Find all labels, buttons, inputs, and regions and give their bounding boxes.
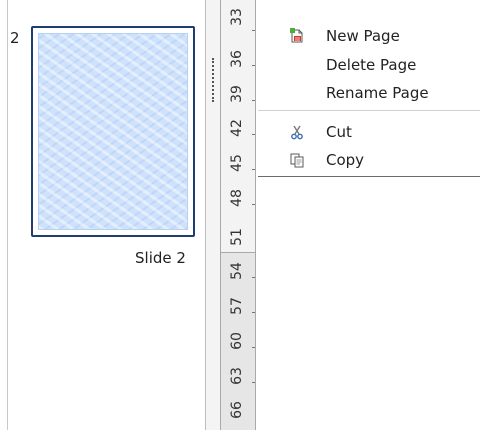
menu-item-delete-page[interactable]: Delete Page — [258, 53, 480, 77]
slide-name-label: Slide 2 — [135, 249, 186, 267]
ruler-label: 48 — [228, 189, 245, 207]
menu-item-cut[interactable]: Cut — [258, 120, 480, 144]
slide-thumbnail[interactable] — [31, 26, 195, 237]
ruler-label: 45 — [228, 154, 245, 172]
ruler-margin-divider — [221, 252, 255, 253]
ruler-label: 42 — [228, 119, 245, 137]
ruler-label: 39 — [228, 85, 245, 103]
copy-icon — [288, 151, 306, 169]
ruler-label: 51 — [228, 228, 245, 246]
ruler-tick — [252, 204, 255, 205]
scissors-icon — [288, 123, 306, 141]
pane-border — [7, 0, 8, 430]
new-page-icon — [288, 27, 306, 45]
menu-item-copy[interactable]: Copy — [258, 148, 480, 172]
ruler-tick — [252, 169, 255, 170]
menu-item-label: Copy — [326, 151, 365, 169]
menu-separator — [258, 110, 480, 111]
menu-item-label: New Page — [326, 27, 400, 45]
splitter-grip-handle[interactable] — [212, 58, 216, 102]
ruler-label: 66 — [228, 401, 245, 419]
ruler-tick — [252, 312, 255, 313]
slide-thumbnail-background — [38, 33, 188, 230]
context-menu: New Page Delete Page Rename Page Cut Cop… — [258, 18, 480, 177]
ruler-tick — [252, 30, 255, 31]
menu-item-rename-page[interactable]: Rename Page — [258, 81, 480, 105]
slide-number: 2 — [10, 29, 20, 47]
ruler-label: 36 — [228, 50, 245, 68]
ruler-tick — [252, 100, 255, 101]
ruler-label: 33 — [228, 8, 245, 26]
ruler-label: 57 — [228, 297, 245, 315]
ruler-label: 60 — [228, 332, 245, 350]
ruler-tick — [252, 382, 255, 383]
ruler-label: 63 — [228, 367, 245, 385]
ruler-tick — [252, 277, 255, 278]
menu-item-label: Rename Page — [326, 84, 429, 102]
menu-item-label: Cut — [326, 123, 352, 141]
menu-item-label: Delete Page — [326, 56, 417, 74]
ruler-tick — [252, 134, 255, 135]
ruler-tick — [252, 347, 255, 348]
ruler-tick — [252, 65, 255, 66]
ruler-label: 54 — [228, 262, 245, 280]
menu-item-new-page[interactable]: New Page — [258, 24, 480, 48]
vertical-ruler[interactable]: 33 36 39 42 45 48 51 54 57 60 63 66 — [220, 0, 256, 430]
